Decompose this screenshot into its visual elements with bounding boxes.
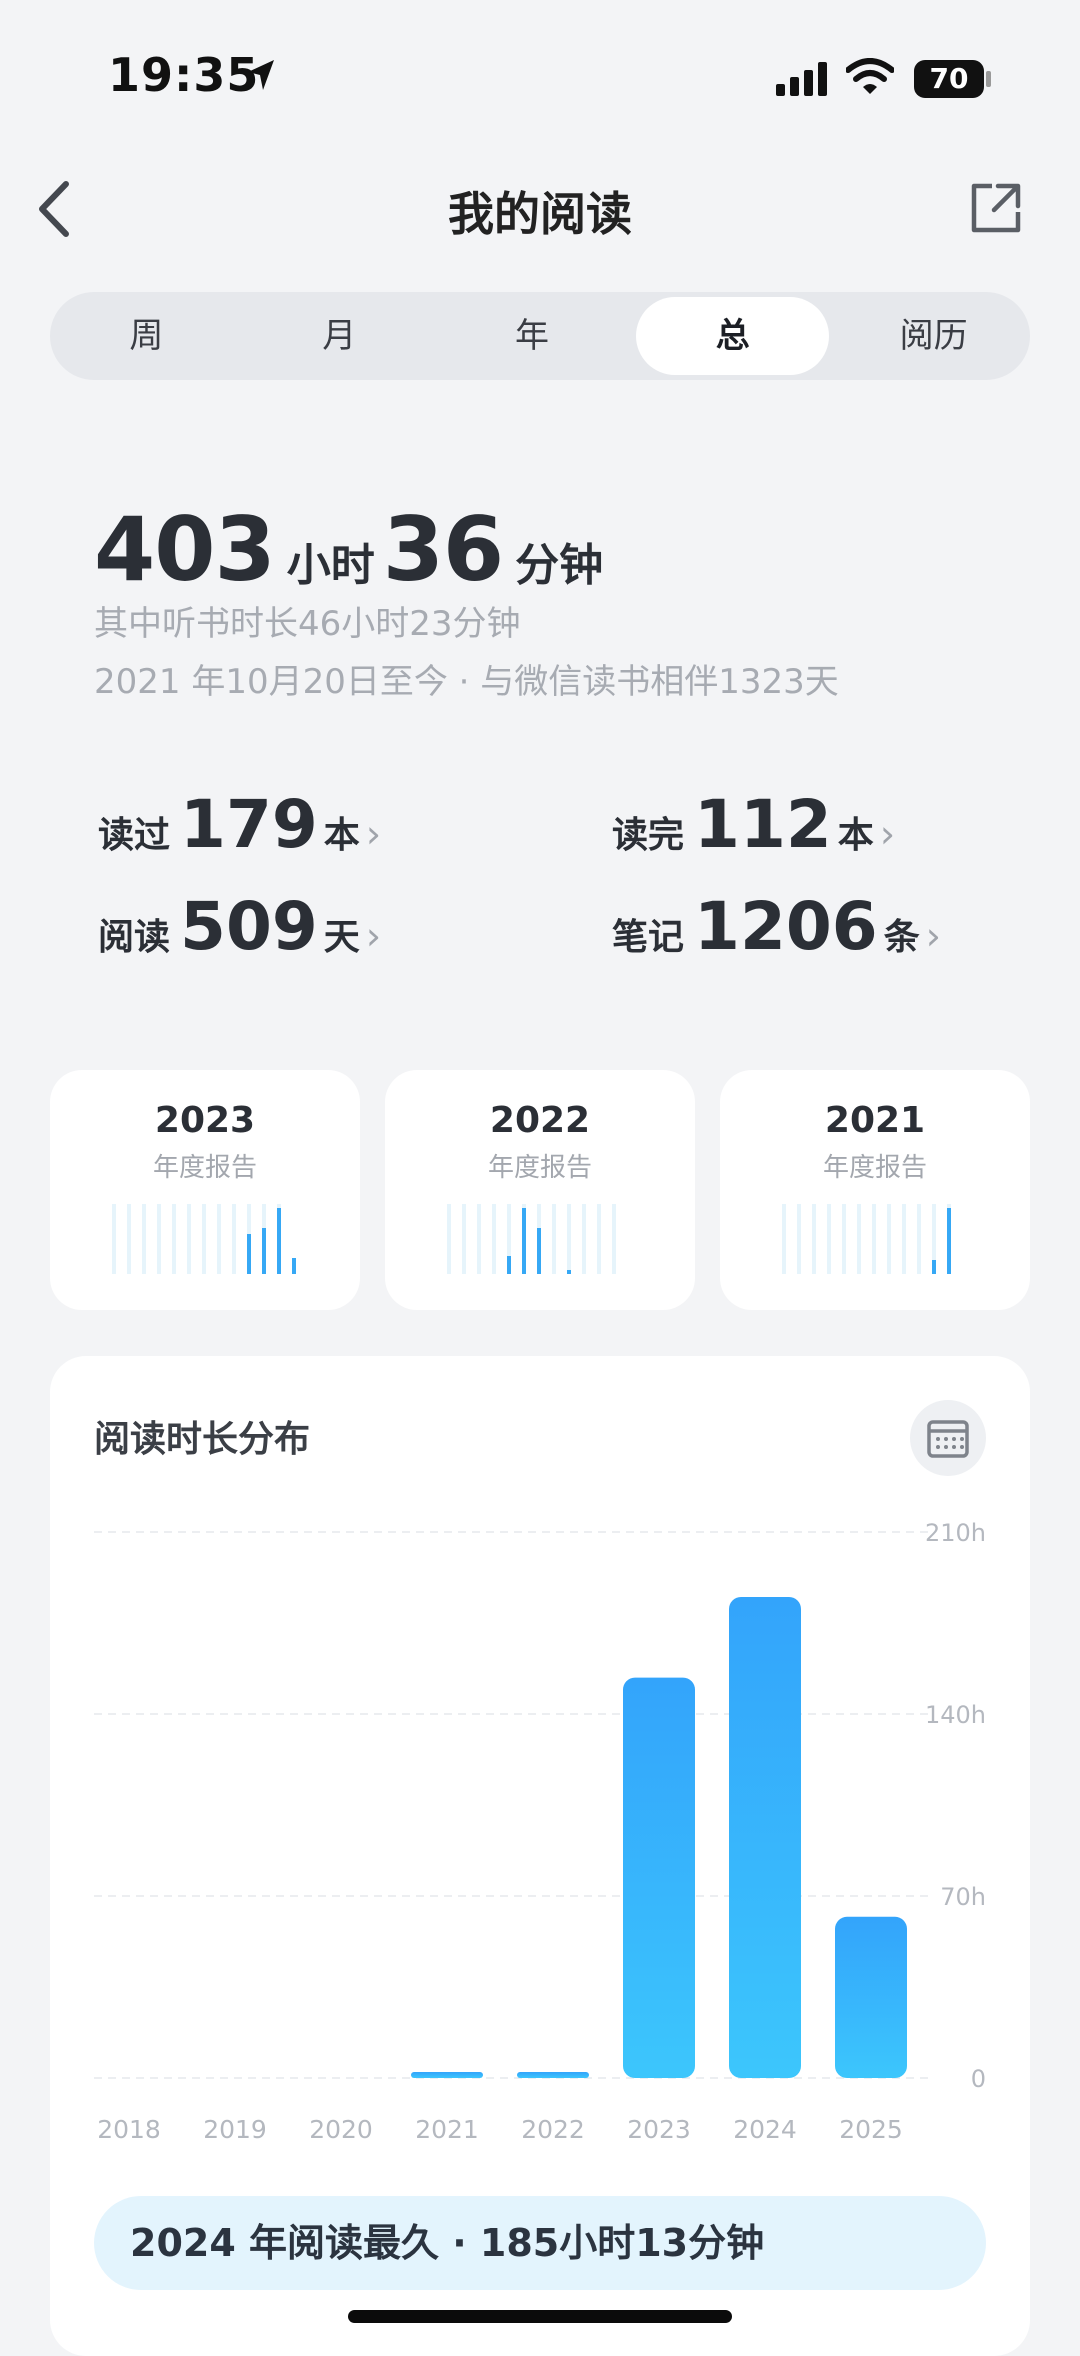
report-year: 2021	[824, 1100, 926, 1141]
stat-value: 179	[180, 786, 318, 863]
total-minutes: 36	[382, 498, 504, 601]
summary-banner: 2024 年阅读最久 · 185小时13分钟	[94, 2196, 986, 2290]
minutes-unit: 分钟	[515, 540, 604, 591]
stat-label: 读完	[612, 815, 685, 856]
x-tick-label: 2022	[521, 2115, 585, 2144]
tab-history[interactable]: 阅历	[837, 292, 1030, 380]
stat-notes[interactable]: 笔记 1206 条 ›	[612, 888, 941, 968]
year-report-card-2023[interactable]: 2023 年度报告	[50, 1070, 360, 1310]
report-label: 年度报告	[822, 1153, 927, 1183]
chevron-right-icon: ›	[879, 812, 896, 856]
chevron-right-icon: ›	[365, 914, 382, 958]
y-tick-label: 210h	[925, 1519, 986, 1547]
y-tick-label: 70h	[940, 1883, 986, 1911]
cellular-signal-icon	[776, 62, 827, 96]
bar-2023[interactable]	[623, 1677, 695, 2078]
stat-unit: 本	[837, 815, 874, 856]
report-label: 年度报告	[487, 1153, 592, 1183]
mini-chart-icon	[782, 1204, 951, 1274]
stat-label: 读过	[98, 815, 171, 856]
period-tabs: 周 月 年 总 阅历	[50, 292, 1030, 380]
y-tick-label: 0	[971, 2065, 986, 2093]
stat-books-finished[interactable]: 读完 112 本 ›	[612, 786, 895, 866]
tab-total[interactable]: 总	[636, 297, 830, 375]
stat-unit: 本	[323, 815, 360, 856]
x-tick-label: 2018	[97, 2115, 161, 2144]
bar-2025[interactable]	[835, 1916, 907, 2078]
stat-value: 1206	[694, 888, 878, 965]
home-indicator	[348, 2310, 732, 2323]
chevron-right-icon: ›	[365, 812, 382, 856]
status-time: 19:35	[108, 48, 260, 102]
status-bar: 19:35 70	[0, 0, 1080, 150]
stat-label: 阅读	[98, 917, 171, 958]
wifi-icon	[846, 58, 894, 94]
mini-chart-icon	[447, 1204, 616, 1274]
listen-duration: 其中听书时长46小时23分钟	[94, 604, 521, 644]
bar-2021[interactable]	[411, 2072, 483, 2078]
year-report-card-2022[interactable]: 2022 年度报告	[385, 1070, 695, 1310]
tab-month[interactable]: 月	[243, 292, 436, 380]
x-tick-label: 2023	[627, 2115, 691, 2144]
total-hours: 403	[94, 498, 276, 601]
mini-chart-icon	[112, 1204, 296, 1274]
report-label: 年度报告	[152, 1153, 257, 1183]
total-reading-time: 403 小时36 分钟	[94, 498, 611, 601]
share-icon[interactable]	[968, 180, 1024, 236]
page-title: 我的阅读	[448, 187, 632, 241]
battery-cap	[986, 71, 991, 87]
stat-unit: 条	[883, 917, 920, 958]
year-report-card-2021[interactable]: 2021 年度报告	[720, 1070, 1030, 1310]
hours-unit: 小时	[286, 540, 375, 591]
reading-distribution-card: 阅读时长分布 0 70h 140h 210h 2018 2019 2020 2021 2022 2…	[50, 1356, 1030, 2356]
battery-level: 70	[914, 60, 984, 98]
tab-week[interactable]: 周	[50, 292, 243, 380]
stat-value: 112	[694, 786, 832, 863]
x-tick-label: 2024	[733, 2115, 797, 2144]
x-tick-label: 2025	[839, 2115, 903, 2144]
tab-year[interactable]: 年	[436, 292, 629, 380]
report-year: 2023	[154, 1100, 256, 1141]
stat-books-read[interactable]: 读过 179 本 ›	[98, 786, 381, 866]
bar-2024[interactable]	[729, 1597, 801, 2078]
stat-unit: 天	[323, 917, 360, 958]
location-arrow-icon	[248, 60, 274, 90]
stat-reading-days[interactable]: 阅读 509 天 ›	[98, 888, 381, 968]
x-tick-label: 2020	[309, 2115, 373, 2144]
x-tick-label: 2021	[415, 2115, 479, 2144]
bar-2022[interactable]	[517, 2072, 589, 2078]
x-tick-label: 2019	[203, 2115, 267, 2144]
reading-duration-chart: 0 70h 140h 210h 2018 2019 2020 2021 2022 2023 2024…	[94, 1519, 986, 2144]
stat-value: 509	[180, 888, 318, 965]
report-year: 2022	[489, 1100, 591, 1141]
since-date: 2021 年10月20日至今 · 与微信读书相伴1323天	[94, 662, 839, 702]
chevron-right-icon: ›	[925, 914, 941, 958]
stat-label: 笔记	[612, 917, 685, 958]
y-tick-label: 140h	[925, 1701, 986, 1729]
